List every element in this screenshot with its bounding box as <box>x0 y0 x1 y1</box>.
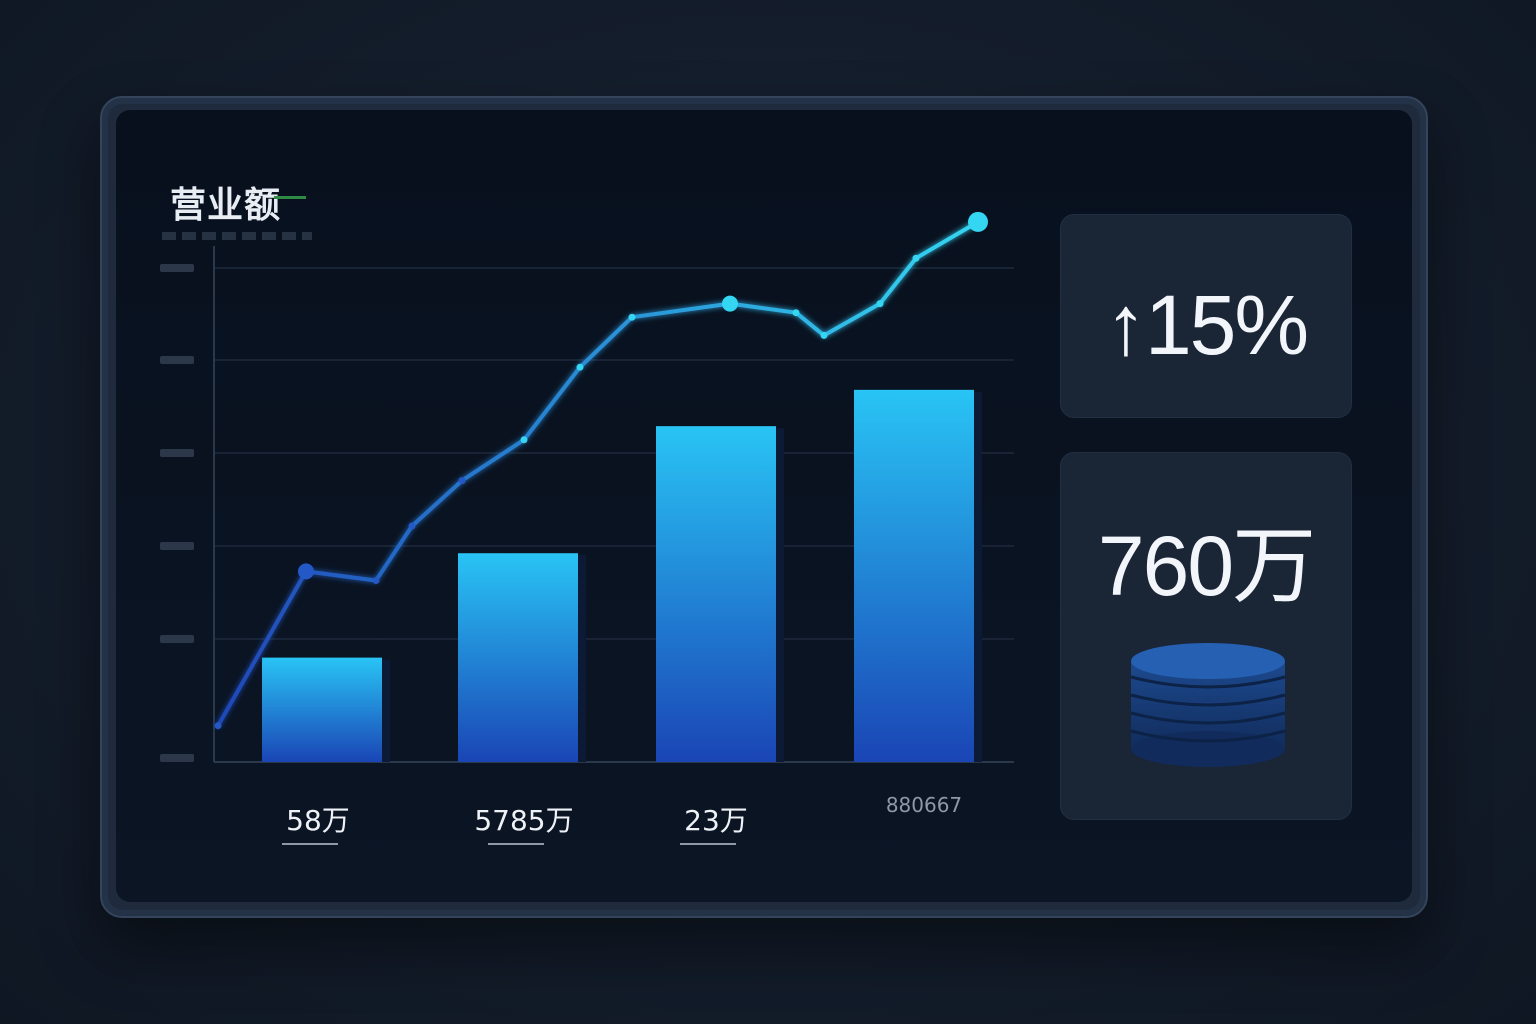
trend-point <box>912 254 920 262</box>
category-label-layer: 58万 5785万 23万 880667 <box>282 793 962 845</box>
trend-point <box>298 563 314 580</box>
y-tick-label-placeholder <box>160 449 194 457</box>
bar <box>458 553 578 762</box>
trend-point <box>214 722 222 730</box>
trend-point <box>722 295 738 312</box>
y-tick-label-placeholder <box>160 754 194 762</box>
category-label: 5785万 <box>474 804 573 837</box>
trend-point <box>458 477 466 485</box>
trend-point <box>968 211 988 232</box>
y-tick-label-placeholder <box>160 264 194 272</box>
trend-point <box>576 363 584 371</box>
coin-stack-icon <box>1130 643 1286 767</box>
category-label: 880667 <box>886 793 962 817</box>
total-kpi-card: 760万 <box>1060 452 1352 820</box>
trend-point <box>628 313 636 321</box>
category-label: 58万 <box>286 804 350 837</box>
trend-point <box>408 522 416 530</box>
trend-point <box>792 309 800 317</box>
bar <box>854 389 974 762</box>
bar <box>656 426 776 762</box>
trend-point <box>372 577 380 584</box>
y-tick-label-placeholder <box>160 542 194 550</box>
growth-kpi-card: ↑15% <box>1060 214 1352 418</box>
y-tick-label-placeholder <box>160 635 194 643</box>
total-kpi-value: 760万 <box>1097 519 1316 613</box>
bar <box>262 657 382 762</box>
trend-point <box>876 300 884 308</box>
trend-point <box>820 331 828 339</box>
dashboard-stage: 营业额 58万 5785万 23万 880667 ↑15% 760万 <box>0 0 1536 1024</box>
bar-layer <box>262 389 982 762</box>
growth-kpi-value: ↑15% <box>1104 278 1309 372</box>
category-label: 23万 <box>684 804 748 837</box>
trend-point <box>520 436 528 444</box>
y-tick-label-placeholder <box>160 356 194 364</box>
